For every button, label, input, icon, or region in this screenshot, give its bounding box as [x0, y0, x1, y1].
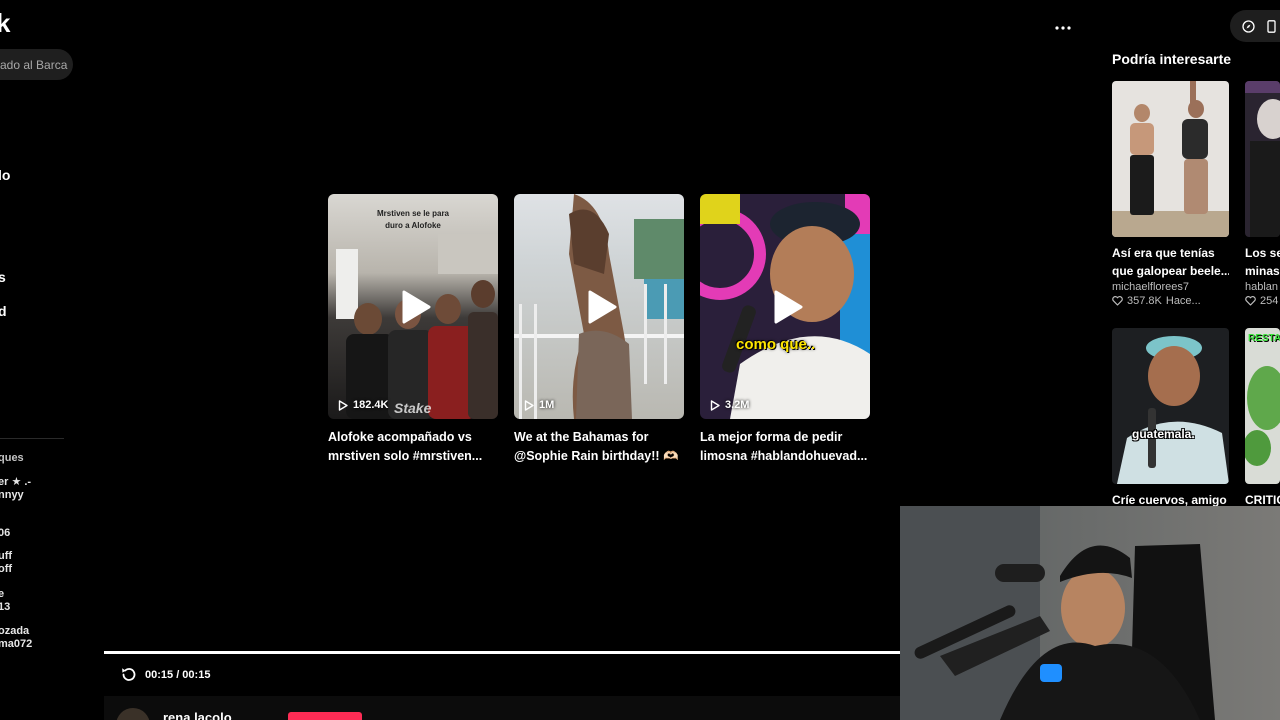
thumbnail-image	[1245, 328, 1280, 484]
recommended-caption[interactable]: Los se minas.	[1245, 244, 1280, 280]
recommended-thumbnail[interactable]: RESTA	[1245, 328, 1280, 484]
video-caption[interactable]: Alofoke acompañado vs mrstiven solo #mrs…	[328, 428, 498, 465]
logo[interactable]: k	[0, 8, 11, 39]
caption-line: limosna #hablandohuevad...	[700, 448, 868, 463]
view-count: 182.4K	[338, 399, 388, 411]
thumbnail-overlay-text: como que..	[736, 336, 816, 353]
play-small-icon	[710, 399, 720, 411]
video-thumbnail[interactable]: como que.. 3.2M	[700, 194, 870, 419]
caption-line: @Sophie Rain birthday!! 🫶🏻	[514, 448, 679, 463]
recommended-thumbnail[interactable]	[1245, 81, 1280, 237]
sidebar-nav-item[interactable]: s	[0, 269, 6, 285]
view-count-text: 182.4K	[353, 399, 389, 411]
progress-fill	[104, 651, 900, 654]
top-right-toolbar	[1230, 10, 1280, 42]
following-account[interactable]: 06	[0, 527, 10, 540]
thumbnail-image	[1112, 81, 1229, 237]
mobile-device-icon[interactable]	[1265, 19, 1278, 33]
following-account[interactable]: ozada ma072	[0, 625, 32, 651]
video-caption[interactable]: La mejor forma de pedir limosna #habland…	[700, 428, 870, 465]
thumbnail-overlay-text: RESTA	[1248, 333, 1280, 344]
heart-icon	[1245, 296, 1256, 306]
following-account[interactable]: e 13	[0, 588, 10, 614]
recommended-stats: 254	[1245, 295, 1280, 307]
replay-icon[interactable]	[120, 666, 137, 683]
recommended-caption[interactable]: Así era que tenías que galopear beele...	[1112, 244, 1229, 280]
left-sidebar: k ado al Barca lo s d ques er ★ .- nnyy …	[0, 0, 100, 720]
following-title: ques	[0, 452, 24, 464]
sidebar-nav-item[interactable]: lo	[0, 167, 10, 183]
playback-time: 00:15 / 00:15	[145, 669, 211, 681]
view-count: 3.2M	[710, 399, 749, 411]
like-count: 254	[1260, 295, 1279, 307]
caption-line: que galopear beele...	[1112, 264, 1229, 278]
sidebar-divider	[0, 438, 64, 439]
sidebar-nav-item[interactable]: d	[0, 303, 7, 319]
progress-bar[interactable]	[104, 651, 900, 654]
play-small-icon	[524, 399, 534, 411]
video-card[interactable]: 1M We at the Bahamas for @Sophie Rain bi…	[514, 194, 684, 465]
following-account[interactable]: uff off	[0, 550, 12, 576]
recommended-video-card[interactable]: Los se minas. hablan 254	[1245, 81, 1280, 307]
caption-line: mrstiven solo #mrstiven...	[328, 448, 483, 463]
webcam-image	[900, 506, 1280, 720]
recommendations-title: Podría interesarte	[1112, 51, 1232, 67]
post-time: Hace...	[1165, 295, 1201, 307]
webcam-overlay	[900, 506, 1280, 720]
recommended-thumbnail[interactable]	[1112, 81, 1229, 237]
caption-line: We at the Bahamas for	[514, 430, 649, 444]
compass-icon[interactable]	[1242, 19, 1255, 33]
play-icon[interactable]	[401, 290, 431, 324]
view-count-text: 1M	[539, 399, 555, 411]
following-account[interactable]: er ★ .- nnyy	[0, 476, 31, 502]
thumbnail-overlay-text: guatemala.	[1132, 427, 1195, 441]
play-icon[interactable]	[773, 290, 803, 324]
recommended-video-card[interactable]: RESTA CRITIC	[1245, 328, 1280, 509]
recommended-video-card[interactable]: Así era que tenías que galopear beele...…	[1112, 81, 1229, 307]
thumbnail-image	[1245, 81, 1280, 237]
video-caption[interactable]: We at the Bahamas for @Sophie Rain birth…	[514, 428, 684, 465]
caption-line: Alofoke acompañado vs	[328, 430, 472, 444]
search-placeholder: ado al Barca	[0, 57, 68, 72]
view-count: 1M	[524, 399, 554, 411]
caption-line: La mejor forma de pedir	[700, 430, 843, 444]
recommended-author[interactable]: michaelflorees7	[1112, 281, 1229, 293]
recommended-author[interactable]: hablan	[1245, 281, 1280, 293]
video-card[interactable]: como que.. 3.2M La mejor forma de pedir …	[700, 194, 870, 465]
thumbnail-overlay-text: Mrstiven se le para duro a Alofoke	[376, 209, 450, 230]
video-card[interactable]: Mrstiven se le para duro a Alofoke Stake…	[328, 194, 498, 465]
play-small-icon	[338, 399, 348, 411]
brand-watermark: Stake	[394, 400, 432, 416]
recommended-stats: 357.8K Hace...	[1112, 295, 1229, 307]
play-icon[interactable]	[587, 290, 617, 324]
follow-button[interactable]	[288, 712, 362, 720]
like-count: 357.8K	[1127, 295, 1162, 307]
caption-line: minas.	[1245, 264, 1280, 278]
more-options-icon[interactable]	[1053, 18, 1073, 38]
heart-icon	[1112, 296, 1123, 306]
video-thumbnail[interactable]: Mrstiven se le para duro a Alofoke Stake…	[328, 194, 498, 419]
recommended-video-card[interactable]: guatemala. Críe cuervos, amigo	[1112, 328, 1229, 509]
author-username[interactable]: rena.lacolo	[163, 710, 232, 720]
caption-line: Así era que tenías	[1112, 246, 1215, 260]
caption-line: Los se	[1245, 246, 1280, 260]
video-thumbnail[interactable]: 1M	[514, 194, 684, 419]
thumbnail-image	[1112, 328, 1229, 484]
recommended-thumbnail[interactable]: guatemala.	[1112, 328, 1229, 484]
search-input[interactable]: ado al Barca	[0, 49, 73, 80]
view-count-text: 3.2M	[725, 399, 750, 411]
